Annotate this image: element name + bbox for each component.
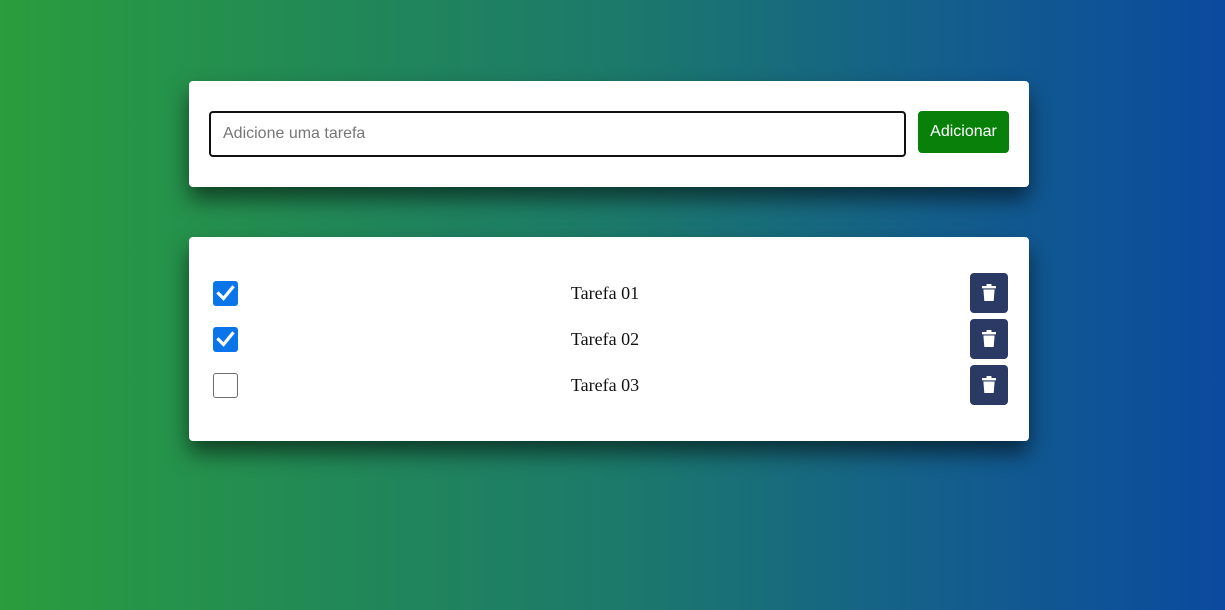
list-item: Tarefa 03 [189, 365, 1029, 405]
delete-button[interactable] [970, 319, 1008, 359]
task-input[interactable] [209, 111, 906, 157]
task-label: Tarefa 03 [570, 375, 640, 395]
task-label: Tarefa 02 [570, 329, 640, 349]
add-task-card: Adicionar [189, 81, 1029, 187]
list-item: Tarefa 01 [189, 273, 1029, 313]
task-list-card: Tarefa 01 Tarefa 02 Tarefa 03 [189, 237, 1029, 441]
list-item: Tarefa 02 [189, 319, 1029, 359]
trash-icon [982, 330, 996, 347]
delete-button[interactable] [970, 365, 1008, 405]
delete-button[interactable] [970, 273, 1008, 313]
trash-icon [982, 376, 996, 393]
task-label: Tarefa 01 [570, 283, 640, 303]
trash-icon [982, 284, 996, 301]
add-button[interactable]: Adicionar [918, 111, 1009, 153]
